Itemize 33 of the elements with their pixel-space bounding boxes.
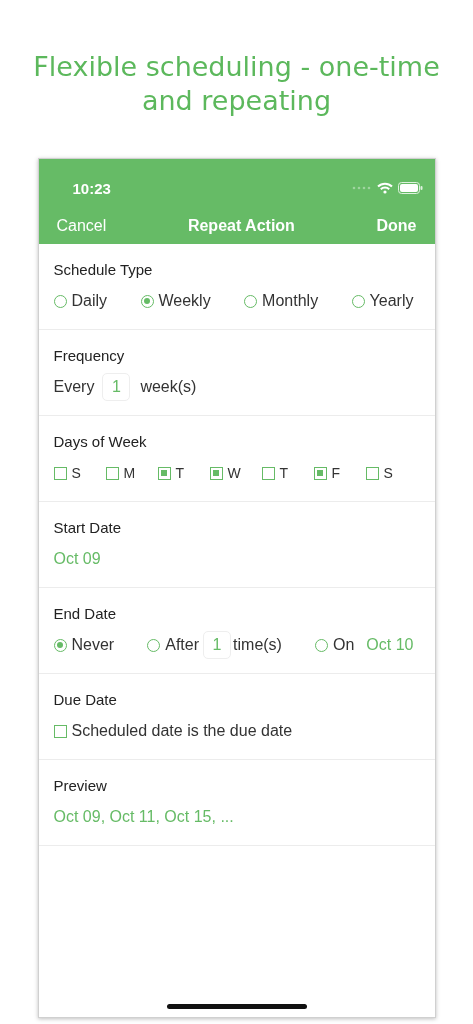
radio-option[interactable]: After [147,636,200,654]
day-checkbox[interactable]: S [53,465,106,481]
count-unit: time(s) [233,636,282,654]
status-time: 10:23 [72,179,111,197]
section-label: Frequency [53,346,126,366]
radio-option[interactable]: Daily [53,292,108,310]
section-label: Due Date [53,690,118,710]
radio-option[interactable]: Weekly [140,292,211,310]
frequency-unit: week(s) [140,378,197,396]
due-date-checkbox[interactable]: Scheduled date is the due date [53,722,293,740]
frequency-prefix: Every [53,378,95,396]
day-checkbox[interactable]: S [365,465,418,481]
day-checkbox[interactable]: T [157,465,210,481]
home-indicator[interactable] [166,1004,307,1009]
signal-icon [351,186,372,190]
section-label: Start Date [53,518,123,538]
wifi-icon [376,182,393,194]
section-label: Preview [53,776,108,796]
preview-dates: Oct 09, Oct 11, Oct 15, ... [53,808,234,826]
radio-option[interactable]: Yearly [351,292,414,310]
day-checkbox[interactable]: F [313,465,366,481]
radio-option[interactable]: Monthly [244,292,319,310]
radio-option[interactable]: On [315,636,355,654]
section-label: Days of Week [53,432,148,452]
day-checkbox[interactable]: W [209,465,262,481]
battery-icon [397,182,423,194]
radio-option[interactable]: Never [53,636,115,654]
headline: Flexible scheduling - one-time and repeating [32,50,441,118]
day-checkbox[interactable]: M [105,465,158,481]
section-label: End Date [53,604,118,624]
section-label: Schedule Type [53,260,154,280]
day-checkbox[interactable]: T [261,465,314,481]
screen-title: Repeat Action [187,217,295,235]
